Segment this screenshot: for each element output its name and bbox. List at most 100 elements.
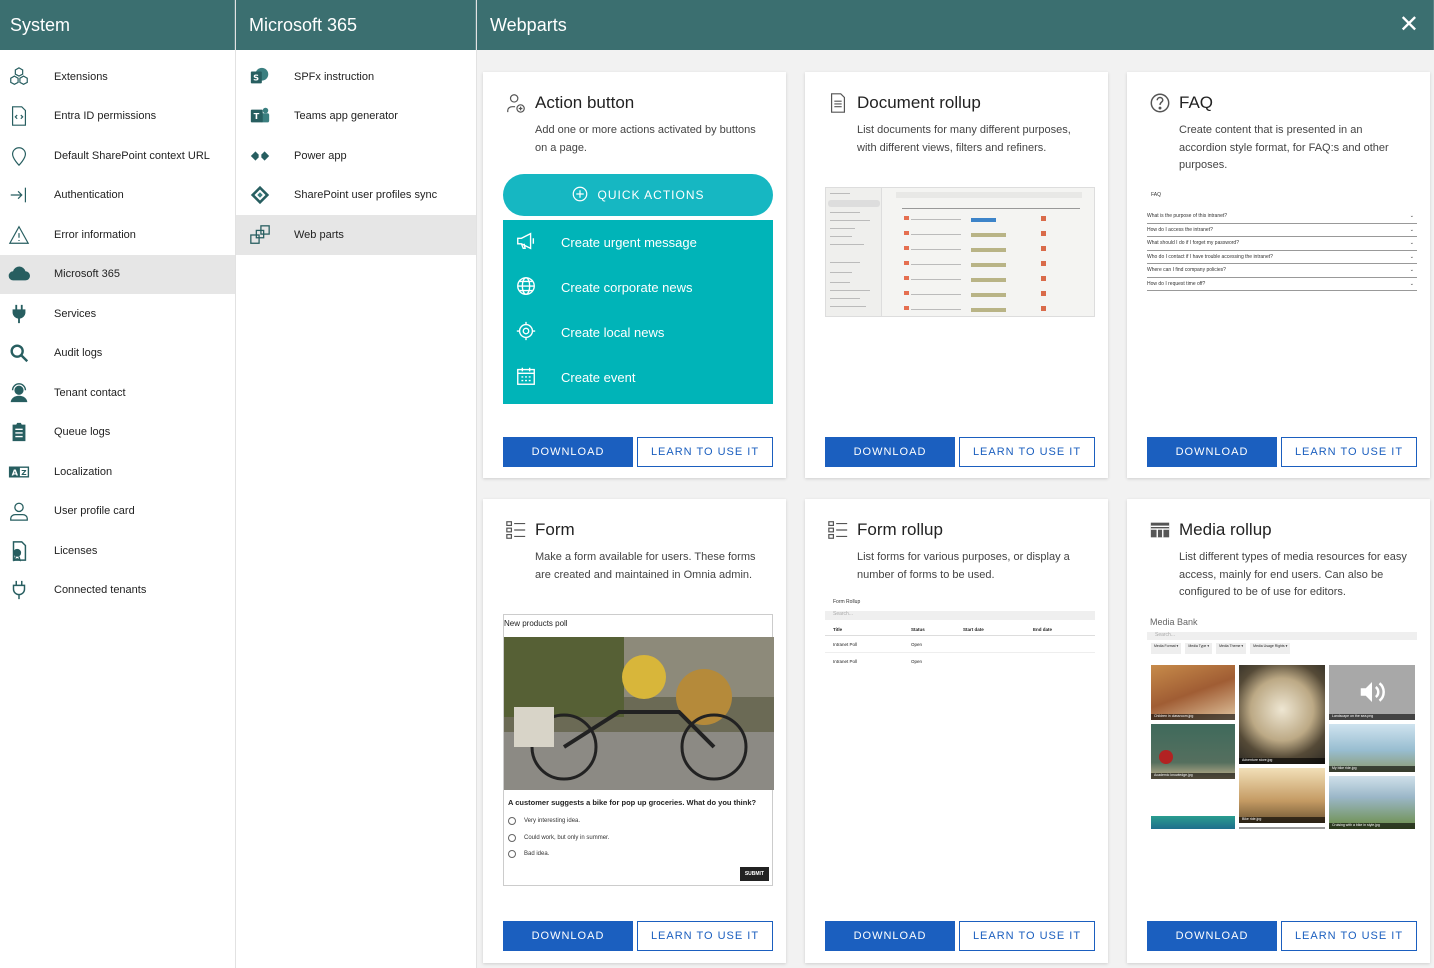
faq-question: How do I request time off? [1147, 280, 1206, 287]
faq-row: How do I access the intranet? ⌄ [1147, 224, 1417, 237]
nav-extensions[interactable]: Extensions [0, 57, 235, 97]
download-button[interactable]: DOWNLOAD [825, 921, 955, 951]
quick-action-urgent-message[interactable]: Create urgent message [503, 220, 773, 265]
media-caption: Landscape on the sea.png [1329, 714, 1415, 720]
media-tile[interactable]: Adventure store.jpg [1239, 665, 1325, 764]
card-form: Form Make a form available for users. Th… [483, 499, 786, 963]
quick-actions-button[interactable]: QUICK ACTIONS [503, 174, 773, 216]
cell-status: Open [911, 659, 923, 664]
nav-label: Authentication [54, 189, 124, 202]
nav-web-parts[interactable]: Web parts [236, 215, 476, 255]
download-button[interactable]: DOWNLOAD [503, 921, 633, 951]
form-icon [505, 519, 527, 541]
plug-icon [0, 303, 54, 325]
media-tile[interactable]: Cruising with a bike in style.jpg [1329, 776, 1415, 829]
card-description: Make a form available for users. These f… [535, 551, 756, 581]
chevron-down-icon: ⌄ [1409, 253, 1414, 260]
chevron-down-icon: ⌄ [1409, 267, 1414, 274]
nav-power-app[interactable]: Power app [236, 136, 476, 176]
card-description: List forms for various purposes, or disp… [857, 551, 1070, 581]
volume-icon [1357, 677, 1387, 712]
media-tile[interactable]: Academic knowledge.jpg [1151, 724, 1235, 779]
column-header: Title [833, 627, 843, 632]
nav-sharepoint-user-profiles-sync[interactable]: SharePoint user profiles sync [236, 176, 476, 216]
faq-question: Who do I contact if I have trouble acces… [1147, 253, 1273, 260]
nav-spfx-instruction[interactable]: S SPFx instruction [236, 57, 476, 97]
webparts-title: Webparts [490, 14, 567, 35]
nav-tenant-contact[interactable]: Tenant contact [0, 373, 235, 413]
nav-entra-id-permissions[interactable]: Entra ID permissions [0, 97, 235, 137]
media-filter[interactable]: Media Usage Rights ▾ [1250, 643, 1291, 654]
quick-action-corporate-news[interactable]: Create corporate news [503, 265, 773, 310]
card-title: Action button [535, 93, 635, 112]
form-option[interactable]: Could work, but only in summer. [504, 830, 772, 847]
form-rollup-icon [827, 519, 849, 541]
media-caption: Academic knowledge.jpg [1151, 773, 1235, 779]
form-rollup-header: Title Status Start date End date [825, 620, 1095, 636]
nav-label: Connected tenants [54, 584, 147, 597]
faq-row: What is the purpose of this intranet? ⌄ [1147, 210, 1417, 224]
media-tile[interactable] [1239, 827, 1325, 829]
download-button[interactable]: DOWNLOAD [1147, 437, 1277, 467]
card-faq: FAQ Create content that is presented in … [1127, 72, 1430, 478]
nav-authentication[interactable]: Authentication [0, 176, 235, 216]
download-button[interactable]: DOWNLOAD [1147, 921, 1277, 951]
download-button[interactable]: DOWNLOAD [503, 437, 633, 467]
learn-button[interactable]: LEARN TO USE IT [959, 437, 1095, 467]
translate-icon: AZ [0, 461, 54, 483]
sign-in-icon [0, 184, 54, 206]
faq-question: What is the purpose of this intranet? [1147, 213, 1228, 220]
learn-button[interactable]: LEARN TO USE IT [959, 921, 1095, 951]
learn-button[interactable]: LEARN TO USE IT [1281, 921, 1417, 951]
card-actions: DOWNLOAD LEARN TO USE IT [503, 921, 773, 951]
cloud-icon [0, 263, 54, 285]
form-submit-button[interactable]: SUBMIT [739, 867, 769, 881]
media-tile[interactable]: Children in classroom.jpg [1151, 665, 1235, 720]
table-row[interactable]: Intranet Poll Open [825, 653, 1095, 670]
card-title: Form rollup [857, 520, 943, 539]
nav-label: Teams app generator [294, 110, 398, 123]
nav-teams-app-generator[interactable]: T Teams app generator [236, 97, 476, 137]
quick-action-local-news[interactable]: Create local news [503, 310, 773, 355]
form-option-label: Could work, but only in summer. [524, 834, 610, 841]
nav-user-profile-card[interactable]: User profile card [0, 492, 235, 532]
media-tile[interactable] [1151, 807, 1235, 829]
nav-services[interactable]: Services [0, 294, 235, 334]
media-tile[interactable]: Landscape on the sea.png [1329, 665, 1415, 720]
form-option[interactable]: Very interesting idea. [504, 813, 772, 830]
nav-localization[interactable]: AZ Localization [0, 452, 235, 492]
nav-microsoft-365[interactable]: Microsoft 365 [0, 254, 235, 294]
form-option-label: Very interesting idea. [524, 818, 581, 825]
nav-error-information[interactable]: Error information [0, 215, 235, 255]
media-filter[interactable]: Media Format ▾ [1151, 643, 1182, 654]
m365-panel: Microsoft 365 S SPFx instruction T Teams… [236, 0, 477, 968]
quick-action-label: Create local news [561, 325, 665, 340]
media-tile[interactable]: Bike ride.jpg [1239, 768, 1325, 823]
license-icon [0, 540, 54, 562]
media-tile[interactable]: My bike ride.jpg [1329, 724, 1415, 772]
learn-button[interactable]: LEARN TO USE IT [1281, 437, 1417, 467]
sharepoint-icon: S [236, 66, 294, 88]
nav-audit-logs[interactable]: Audit logs [0, 334, 235, 374]
form-option[interactable]: Bad idea. [504, 846, 772, 863]
close-icon[interactable]: ✕ [1399, 13, 1419, 37]
media-filter[interactable]: Media Theme ▾ [1216, 643, 1247, 654]
chevron-down-icon: ⌄ [1409, 213, 1414, 220]
quick-action-event[interactable]: Create event [503, 355, 773, 400]
user-icon [0, 500, 54, 522]
nav-queue-logs[interactable]: Queue logs [0, 413, 235, 453]
nav-default-sharepoint-context-url[interactable]: Default SharePoint context URL [0, 136, 235, 176]
table-row[interactable]: Intranet Poll Open [825, 636, 1095, 653]
column-header: Status [911, 627, 925, 632]
chevron-down-icon: ⌄ [1409, 280, 1414, 287]
media-filter[interactable]: Media Type ▾ [1185, 643, 1213, 654]
download-button[interactable]: DOWNLOAD [825, 437, 955, 467]
nav-licenses[interactable]: Licenses [0, 531, 235, 571]
card-actions: DOWNLOAD LEARN TO USE IT [1147, 921, 1417, 951]
learn-button[interactable]: LEARN TO USE IT [637, 437, 773, 467]
form-rollup-preview: Form Rollup Search... Title Status Start… [825, 599, 1095, 679]
action-button-icon [505, 92, 527, 114]
learn-button[interactable]: LEARN TO USE IT [637, 921, 773, 951]
card-description: List documents for many different purpos… [857, 124, 1071, 154]
nav-connected-tenants[interactable]: Connected tenants [0, 571, 235, 611]
